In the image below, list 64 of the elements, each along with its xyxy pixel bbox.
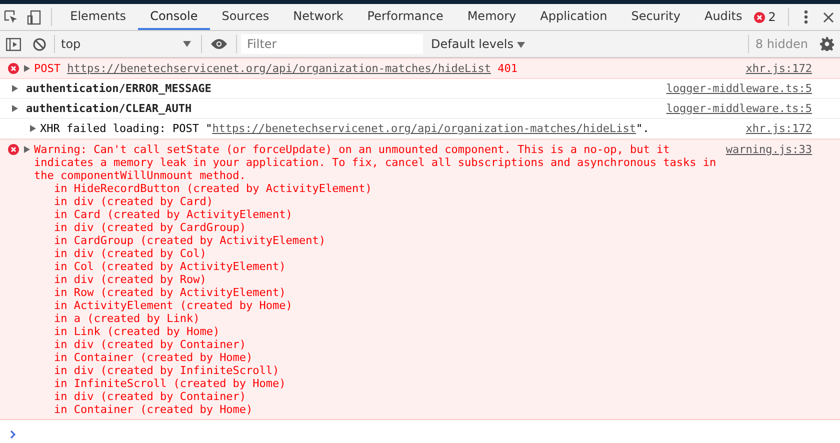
source-link[interactable]: xhr.js:172 [746,62,812,75]
log-message: authentication/CLEAR_AUTH [26,102,192,115]
stack-line: in div (created by Container) [53,338,248,351]
source-link[interactable]: xhr.js:172 [746,122,812,135]
error-icon [8,63,19,74]
log-message: authentication/ERROR_MESSAGE [26,82,212,95]
stack-line: in div (created by Card) [53,195,214,208]
stack-line: in Col (created by ActivityElement) [53,260,287,273]
panel-tab[interactable]: Elements [58,4,138,30]
gear-icon[interactable] [820,37,834,51]
stack-line: in div (created by Row) [53,273,208,286]
stack-line: in Link (created by Home) [53,325,221,338]
dropdown-caret-icon [183,41,191,47]
dropdown-caret-icon [517,42,526,48]
expand-triangle-icon[interactable] [24,65,30,72]
source-link[interactable]: logger-middleware.ts:5 [666,102,812,115]
source-link[interactable]: logger-middleware.ts:5 [666,82,812,95]
eye-icon[interactable] [211,39,227,49]
clear-console-icon[interactable] [32,38,46,50]
panel-tab[interactable]: Network [281,4,356,30]
expand-triangle-icon[interactable] [12,105,18,112]
stack-line: in ActivityElement (created by Home) [53,299,294,312]
stack-line: in Container (created by Home) [53,403,254,416]
warning-message: Warning: Can't call setState (or forceUpdate) on an unmounted component. This is a no-op, but it indicates a memory leak in your application. To fix, cancel all subscriptions and asynchronous tasks in the componentWillUnmount method. [34,143,718,182]
stack-line: in div (created by Container) [53,390,248,403]
stack-line: in Card (created by ActivityElement) [53,208,294,221]
stack-line: in HideRecordButton (created by ActivityElement) [53,182,373,195]
panel-tab[interactable]: Memory [455,4,528,30]
request-method: POST [34,62,60,75]
stack-line: in Row (created by ActivityElement) [53,286,287,299]
stack-line: in a (created by Link) [53,312,201,325]
stack-line: in div (created by Col) [53,247,208,260]
panel-tab[interactable]: Sources [210,4,282,30]
xhr-prefix: XHR failed loading: POST " [40,122,212,135]
device-icon[interactable] [26,10,41,24]
more-menu-icon[interactable] [804,10,808,24]
panel-tab[interactable]: Security [619,4,692,30]
sidebar-toggle-icon[interactable] [6,38,20,50]
inspect-icon[interactable] [4,10,18,24]
stack-line: in InfiniteScroll (created by Home) [53,377,287,390]
panel-tab[interactable]: Audits [692,4,754,30]
url-link[interactable]: https://benetechservicenet.org/api/organization-matches/hideList [212,122,636,135]
stack-line: in Container (created by Home) [53,351,254,364]
context-select[interactable]: top [57,37,197,51]
prompt-icon [10,430,16,439]
error-icon [8,144,19,155]
stack-line: in CardGroup (created by ActivityElement) [53,234,327,247]
hidden-count: 8 hidden [755,37,808,51]
expand-triangle-icon[interactable] [24,146,30,153]
stack-line: in div (created by InfiniteScroll) [53,364,280,377]
error-icon [754,12,766,22]
status-code: 401 [498,62,518,75]
panel-tab[interactable]: Application [528,4,620,30]
close-icon[interactable] [823,12,834,22]
expand-triangle-icon[interactable] [12,85,18,92]
expand-triangle-icon[interactable] [30,125,36,132]
filter-field[interactable]: Filter [241,34,423,54]
stack-line: in div (created by CardGroup) [53,221,248,234]
error-count: 2 [768,10,776,24]
source-link[interactable]: warning.js:33 [726,143,812,156]
url-link[interactable]: https://benetechservicenet.org/api/organization-matches/hideList [67,62,491,75]
panel-tab[interactable]: Performance [355,4,456,30]
levels-dropdown[interactable]: Default levels [431,37,526,51]
xhr-suffix: ". [636,122,650,135]
